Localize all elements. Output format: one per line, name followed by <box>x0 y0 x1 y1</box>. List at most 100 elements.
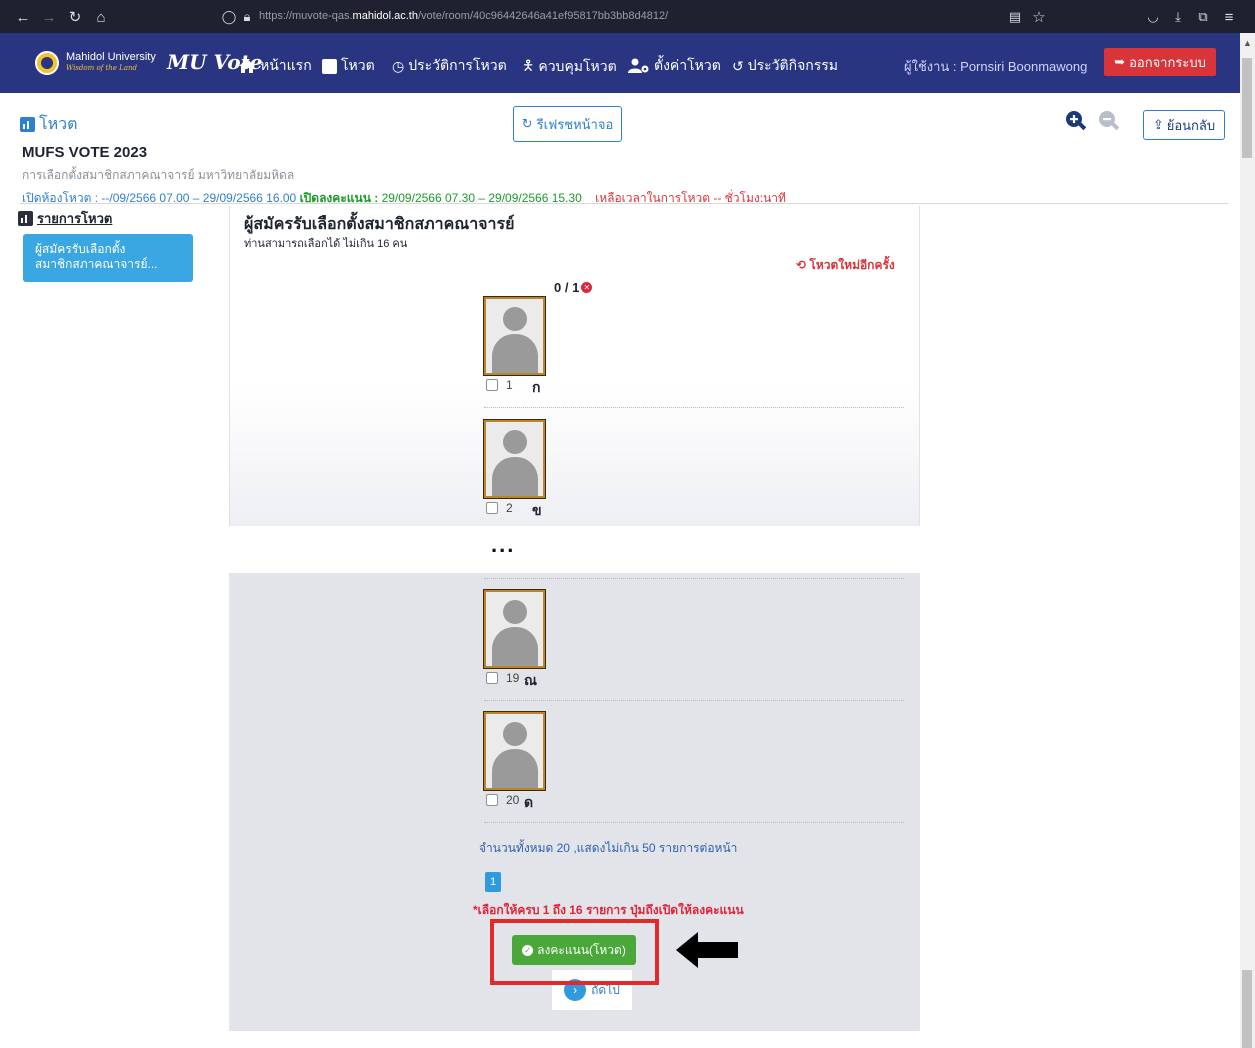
chart-icon <box>20 117 35 132</box>
url-bar[interactable]: https://muvote-qas.mahidol.ac.th/vote/ro… <box>259 10 668 22</box>
revote-icon: ⟲ <box>796 258 807 272</box>
nav-vote-history-label: ประวัติการโหวต <box>408 57 507 73</box>
candidate-name: ณ <box>524 672 537 688</box>
sidebar-item-line2: สมาชิกสภาคณาจารย์... <box>35 257 158 271</box>
download-icon[interactable]: ⤓ <box>1167 6 1189 28</box>
clear-icon[interactable]: ✕ <box>581 282 593 293</box>
event-subtitle: การเลือกตั้งสมาชิกสภาคณาจารย์ มหาวิทยาลั… <box>22 168 295 182</box>
chart-icon <box>18 211 33 226</box>
selection-count: 0 / 1 <box>554 280 580 295</box>
sidebar-item-candidates[interactable]: ผู้สมัครรับเลือกตั้ง สมาชิกสภาคณาจารย์..… <box>23 234 193 282</box>
top-navbar: Mahidol University Wisdom of the Land MU… <box>0 33 1240 93</box>
arrow-left-icon <box>676 932 738 968</box>
logout-label: ออกจากระบบ <box>1129 54 1206 70</box>
candidate-photo <box>483 419 546 499</box>
candidate-item: 20 ด <box>483 711 904 827</box>
candidate-checkbox[interactable] <box>486 794 498 806</box>
nav-vote[interactable]: โหวต <box>322 55 375 77</box>
reload-icon[interactable]: ↻ <box>64 6 86 28</box>
sidebar-item-line1: ผู้สมัครรับเลือกตั้ง <box>35 242 126 256</box>
zoom-out-icon[interactable] <box>1098 110 1120 132</box>
selection-warning: *เลือกให้ครบ 1 ถึง 16 รายการ ปุ่มถึงเปิด… <box>473 903 744 917</box>
nav-home[interactable]: หน้าแรก <box>238 55 312 77</box>
current-user: ผู้ใช้งาน : Pornsiri Boonmawong <box>904 59 1088 74</box>
scroll-thumb-lower[interactable] <box>1242 970 1252 1048</box>
candidate-divider <box>484 822 904 823</box>
candidate-number: 1 <box>506 378 513 392</box>
candidate-checkbox[interactable] <box>486 379 498 391</box>
candidate-name: ด <box>524 794 534 810</box>
university-logo-icon <box>35 51 59 75</box>
refresh-icon: ↻ <box>521 116 533 131</box>
pocket-icon[interactable]: ◡ <box>1142 6 1164 28</box>
candidate-name: ข <box>532 502 542 518</box>
browser-toolbar: ← → ↻ ⌂ ◯ 🔒︎ https://muvote-qas.mahidol.… <box>0 0 1255 33</box>
sidebar-title: รายการโหวต <box>18 208 112 229</box>
candidate-checkbox[interactable] <box>486 502 498 514</box>
chart-icon <box>322 58 337 74</box>
nav-vote-settings-label: ตั้งค่าโหวต <box>654 57 721 73</box>
home-icon[interactable]: ⌂ <box>90 6 112 28</box>
sidebar-title-label: รายการโหวต <box>37 211 113 226</box>
nav-vote-settings[interactable]: ตั้งค่าโหวต <box>628 55 721 77</box>
candidate-photo <box>483 296 546 376</box>
nav-vote-control[interactable]: 🯅︎ ควบคุมโหวต <box>522 55 617 79</box>
ballot-subtitle: ท่านสามารถเลือกได้ ไม่เกิน 16 คน <box>244 238 408 250</box>
back-label: ย้อนกลับ <box>1166 117 1216 133</box>
page-title-label: โหวต <box>39 116 78 133</box>
omitted-items-ellipsis: ... <box>491 532 516 557</box>
reader-view-icon[interactable]: ▤ <box>1004 6 1026 28</box>
menu-icon[interactable]: ≡ <box>1218 6 1240 28</box>
nav-home-label: หน้าแรก <box>260 57 312 73</box>
university-tagline: Wisdom of the Land <box>66 64 137 72</box>
nav-vote-history[interactable]: ◷ ประวัติการโหวต <box>392 55 507 77</box>
highlight-box <box>490 919 659 985</box>
back-button[interactable]: ⇪ ย้อนกลับ <box>1143 110 1225 140</box>
back-arrow-icon[interactable]: ← <box>12 6 34 28</box>
candidate-number: 20 <box>506 793 520 807</box>
page-button[interactable]: 1 <box>485 872 501 892</box>
header-divider <box>20 203 1228 204</box>
revote-link[interactable]: ⟲ โหวตใหม่อีกครั้ง <box>796 256 895 275</box>
event-title: MUFS VOTE 2023 <box>22 144 148 161</box>
selection-counter: 0 / 1 ✕ <box>554 280 593 295</box>
nav-activity-history[interactable]: ↺ ประวัติกิจกรรม <box>732 55 838 77</box>
candidate-number: 19 <box>506 671 520 685</box>
candidate-photo <box>483 589 546 669</box>
candidate-item: 19 ณ <box>483 589 904 705</box>
history-icon: ↺ <box>732 57 744 74</box>
zoom-in-icon[interactable] <box>1065 110 1087 132</box>
candidate-divider <box>484 700 904 701</box>
person-icon: 🯅︎ <box>522 57 535 73</box>
page: ← → ↻ ⌂ ◯ 🔒︎ https://muvote-qas.mahidol.… <box>0 0 1255 1048</box>
candidate-divider <box>484 407 904 408</box>
clock-icon: ◷ <box>392 57 405 74</box>
logout-button[interactable]: ➥ ออกจากระบบ <box>1104 48 1216 76</box>
candidate-checkbox[interactable] <box>486 672 498 684</box>
extensions-icon[interactable]: ⧉ <box>1192 6 1214 28</box>
university-name: Mahidol University <box>66 51 156 63</box>
user-settings-icon <box>628 58 649 73</box>
candidate-photo <box>483 711 546 791</box>
home-icon <box>239 59 255 73</box>
lock-icon: 🔒︎ <box>243 9 251 24</box>
pagination-summary: จำนวนทั้งหมด 20 ,แสดงไม่เกิน 50 รายการต่… <box>479 841 738 855</box>
nav-vote-control-label: ควบคุมโหวต <box>538 58 617 74</box>
candidate-item: 2 ข <box>483 419 904 535</box>
nav-vote-label: โหวต <box>341 57 375 73</box>
page-scrollbar[interactable] <box>1240 33 1255 1048</box>
refresh-label: รีเฟรชหน้าจอ <box>536 116 614 132</box>
candidate-name: ก <box>532 379 541 395</box>
scroll-thumb[interactable] <box>1242 58 1252 158</box>
candidate-divider <box>484 578 904 579</box>
forward-arrow-icon[interactable]: → <box>38 6 60 28</box>
page-title: โหวต <box>20 112 78 137</box>
candidate-item: 1 ก <box>483 296 904 412</box>
logout-icon: ➥ <box>1114 54 1126 69</box>
star-icon[interactable]: ☆ <box>1028 6 1050 28</box>
nav-activity-history-label: ประวัติกิจกรรม <box>747 57 839 73</box>
revote-label: โหวตใหม่อีกครั้ง <box>809 258 895 272</box>
upload-icon: ⇪ <box>1152 117 1164 132</box>
refresh-button[interactable]: ↻ รีเฟรชหน้าจอ <box>513 106 622 142</box>
scroll-up-icon[interactable]: ▲ <box>1243 38 1252 48</box>
